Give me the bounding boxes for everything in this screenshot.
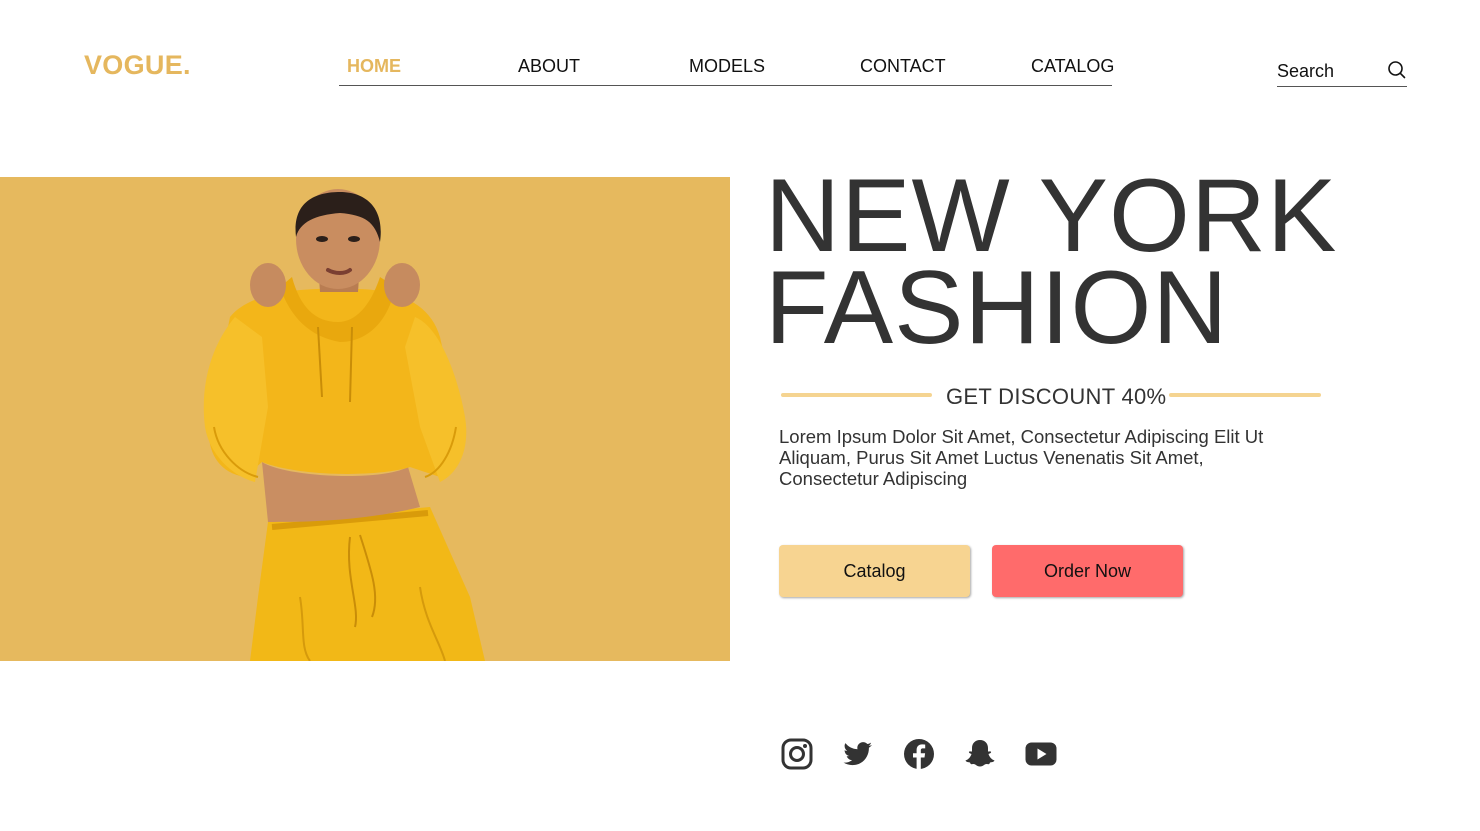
brand-logo[interactable]: VOGUE. <box>84 50 191 81</box>
model-illustration <box>203 189 485 661</box>
search-box[interactable]: Search <box>1277 57 1407 87</box>
nav-item-home[interactable]: HOME <box>347 56 401 77</box>
nav-item-about[interactable]: ABOUT <box>518 56 580 77</box>
discount-divider-right <box>1169 393 1321 397</box>
discount-text: GET DISCOUNT 40% <box>946 384 1167 409</box>
youtube-icon[interactable] <box>1024 737 1058 771</box>
hero-headline: NEW YORK FASHION <box>765 158 1338 366</box>
headline-line-1: NEW YORK <box>765 158 1338 274</box>
twitter-icon[interactable] <box>841 737 875 771</box>
main-nav: HOME ABOUT MODELS CONTACT CATALOG <box>339 53 1114 86</box>
order-now-button[interactable]: Order Now <box>992 545 1183 597</box>
headline-line-2: FASHION <box>765 250 1229 366</box>
nav-item-catalog[interactable]: CATALOG <box>1031 56 1114 77</box>
discount-divider-left <box>781 393 932 397</box>
hero-description: Lorem Ipsum Dolor Sit Amet, Consectetur … <box>779 426 1264 489</box>
snapchat-icon[interactable] <box>963 737 997 771</box>
search-input[interactable]: Search <box>1277 61 1334 82</box>
instagram-icon[interactable] <box>780 737 814 771</box>
nav-item-models[interactable]: MODELS <box>689 56 765 77</box>
search-icon[interactable] <box>1387 60 1407 80</box>
catalog-button[interactable]: Catalog <box>779 545 970 597</box>
hero-image <box>0 177 730 661</box>
nav-item-contact[interactable]: CONTACT <box>860 56 946 77</box>
facebook-icon[interactable] <box>902 737 936 771</box>
